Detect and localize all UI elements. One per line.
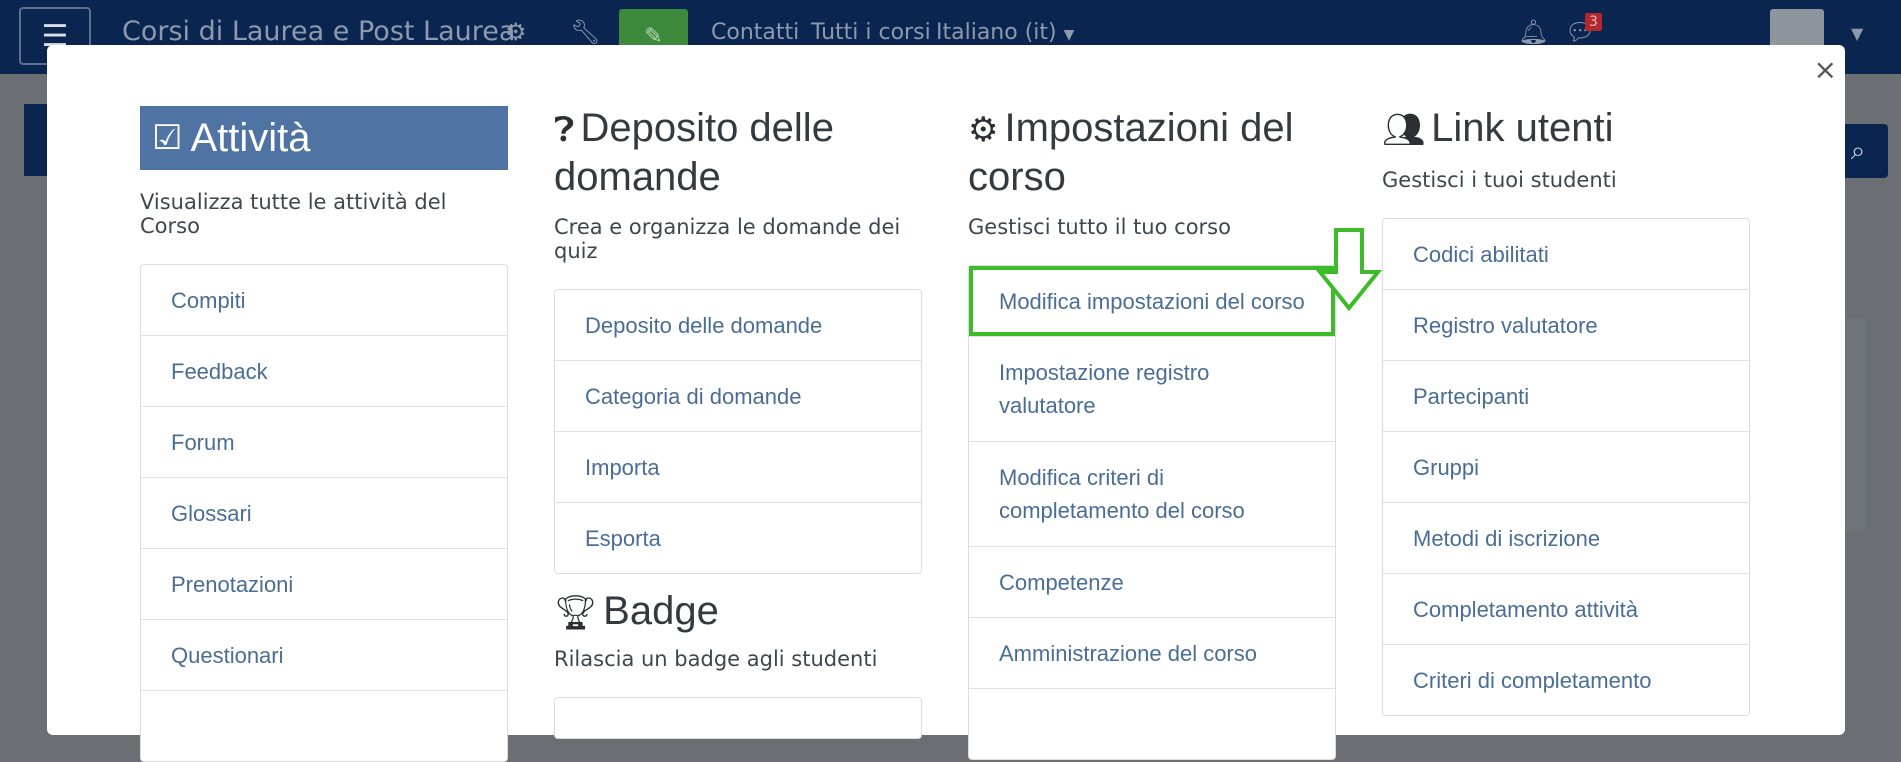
messages-count-badge: 3 xyxy=(1585,13,1602,31)
list-item[interactable]: Modifica criteri di completamento del co… xyxy=(969,441,1335,546)
link-utenti-description: Gestisci i tuoi studenti xyxy=(1382,168,1617,192)
list-item[interactable]: Categoria di domande xyxy=(555,360,921,431)
deposito-heading: ❓︎ Deposito delle domande xyxy=(554,105,922,201)
list-item[interactable]: Competenze xyxy=(969,546,1335,617)
user-menu-caret-icon[interactable]: ▼ xyxy=(1851,24,1863,43)
column-deposito: ❓︎ Deposito delle domande Crea e organizz… xyxy=(554,105,922,739)
column-attivita: ☑ Attività Visualizza tutte le attività … xyxy=(140,106,508,762)
link-utenti-list: Codici abilitati Registro valutatore Par… xyxy=(1382,218,1750,716)
background-panel xyxy=(1845,318,1865,533)
list-item[interactable]: Registro valutatore xyxy=(1383,289,1749,360)
deposito-description: Crea e organizza le domande dei quiz xyxy=(554,215,901,263)
badge-list xyxy=(554,697,922,739)
search-icon: ⌕ xyxy=(1850,135,1866,166)
users-icon: 👥︎ xyxy=(1382,111,1426,149)
list-item[interactable]: Completamento attività xyxy=(1383,573,1749,644)
impostazioni-title: Impostazioni del corso xyxy=(968,106,1294,199)
list-item[interactable]: Impostazione registro valutatore xyxy=(969,336,1335,441)
list-item[interactable]: Amministrazione del corso xyxy=(969,617,1335,688)
impostazioni-heading: ⚙ Impostazioni del corso xyxy=(968,105,1336,201)
list-item[interactable]: Glossari xyxy=(141,477,507,548)
list-item[interactable] xyxy=(969,688,1335,759)
close-icon[interactable]: × xyxy=(1814,53,1837,86)
list-item[interactable]: Metodi di iscrizione xyxy=(1383,502,1749,573)
list-item[interactable]: Deposito delle domande xyxy=(555,290,921,360)
bell-icon[interactable]: 🔔︎ xyxy=(1518,18,1548,46)
attivita-heading[interactable]: ☑ Attività xyxy=(140,106,508,170)
list-item[interactable]: Feedback xyxy=(141,335,507,406)
attivita-description: Visualizza tutte le attività del Corso xyxy=(140,190,447,238)
list-item[interactable]: Questionari xyxy=(141,619,507,690)
link-utenti-heading: 👥︎ Link utenti xyxy=(1382,105,1750,154)
course-admin-modal: × ☑ Attività Visualizza tutte le attivit… xyxy=(47,45,1845,762)
modifica-impostazioni-item[interactable]: Modifica impostazioni del corso xyxy=(969,266,1335,336)
list-item[interactable]: Forum xyxy=(141,406,507,477)
nav-link-contatti[interactable]: Contatti xyxy=(711,20,799,45)
nav-link-tutti-i-corsi[interactable]: Tutti i corsi xyxy=(811,20,931,45)
badge-title: Badge xyxy=(603,589,719,633)
list-item[interactable]: Gruppi xyxy=(1383,431,1749,502)
column-impostazioni: ⚙ Impostazioni del corso Gestisci tutto i… xyxy=(968,105,1336,760)
trophy-icon: 🏆︎ xyxy=(554,594,598,632)
impostazioni-description: Gestisci tutto il tuo corso xyxy=(968,215,1231,239)
annotation-arrow-icon xyxy=(1316,228,1382,312)
link-utenti-title: Link utenti xyxy=(1431,106,1614,150)
attivita-list: Compiti Feedback Forum Glossari Prenotaz… xyxy=(140,264,508,762)
impostazioni-list: Modifica impostazioni del corso Impostaz… xyxy=(968,265,1336,760)
list-item[interactable]: Partecipanti xyxy=(1383,360,1749,431)
list-item[interactable]: Compiti xyxy=(141,265,507,335)
badge-heading: 🏆︎ Badge xyxy=(554,588,922,637)
list-item[interactable]: Criteri di completamento xyxy=(1383,644,1749,715)
check-square-icon: ☑ xyxy=(152,119,183,157)
list-item[interactable]: Codici abilitati xyxy=(1383,219,1749,289)
gears-icon: ⚙ xyxy=(968,111,999,149)
list-item[interactable]: Prenotazioni xyxy=(141,548,507,619)
column-link-utenti: 👥︎ Link utenti Gestisci i tuoi studenti C… xyxy=(1382,105,1750,716)
deposito-title: Deposito delle domande xyxy=(554,106,834,199)
attivita-title: Attività xyxy=(190,115,311,160)
gear-icon[interactable]: ⚙ xyxy=(505,18,527,46)
list-item[interactable]: Esporta xyxy=(555,502,921,573)
site-brand[interactable]: Corsi di Laurea e Post Laurea xyxy=(122,16,515,47)
badge-description: Rilascia un badge agli studenti xyxy=(554,647,878,671)
language-menu[interactable]: Italiano (it) ▼ xyxy=(936,20,1074,45)
deposito-list: Deposito delle domande Categoria di doma… xyxy=(554,289,922,574)
language-label: Italiano (it) xyxy=(936,20,1057,45)
wrench-icon[interactable]: 🔧︎ xyxy=(570,18,600,46)
chevron-down-icon: ▼ xyxy=(1063,27,1075,43)
question-circle-icon: ❓︎ xyxy=(554,111,575,149)
list-item[interactable]: Importa xyxy=(555,431,921,502)
